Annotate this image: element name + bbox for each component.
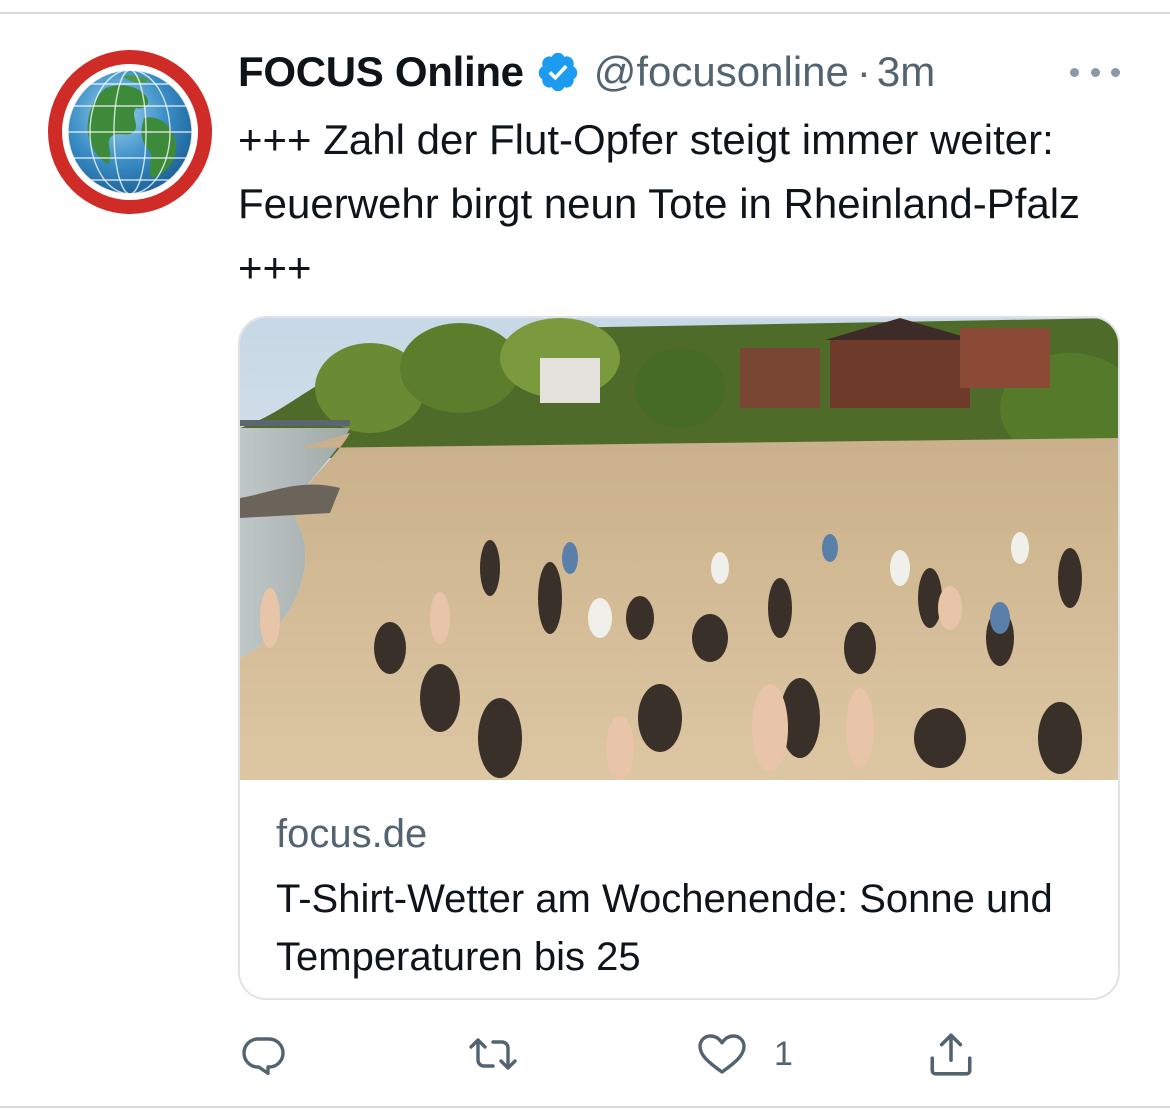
retweet-icon — [469, 1038, 517, 1070]
card-image — [240, 318, 1118, 780]
share-button[interactable] — [926, 1026, 976, 1082]
top-divider — [0, 12, 1170, 14]
reply-icon — [242, 1037, 285, 1076]
card-domain: focus.de — [276, 812, 428, 856]
like-button[interactable]: 1 — [696, 1026, 793, 1082]
separator-dot: · — [856, 48, 871, 95]
card-title: T-Shirt-Wetter am Wochenende: Sonne und … — [276, 877, 1053, 979]
tweet-text: +++ Zahl der Flut-Opfer steigt immer wei… — [238, 116, 1081, 291]
heart-icon — [698, 1034, 746, 1074]
more-dot-icon — [1090, 67, 1100, 77]
display-name[interactable]: FOCUS Online — [238, 48, 524, 96]
share-icon — [930, 1033, 972, 1076]
action-bar: 1 — [0, 1026, 1170, 1086]
globe-icon — [67, 69, 193, 195]
tweet-header: FOCUS Online @focusonline · 3m — [238, 44, 935, 100]
timestamp[interactable]: 3m — [877, 48, 935, 96]
avatar[interactable] — [48, 50, 212, 214]
more-dot-icon — [1111, 67, 1120, 77]
retweet-button[interactable] — [466, 1026, 520, 1082]
reply-button[interactable] — [240, 1026, 288, 1082]
link-card[interactable]: focus.de T-Shirt-Wetter am Wochenende: S… — [238, 316, 1120, 1000]
more-dot-icon — [1070, 67, 1079, 77]
verified-badge-icon — [538, 52, 577, 92]
handle[interactable]: @focusonline — [594, 48, 849, 96]
more-options-button[interactable] — [1070, 60, 1120, 84]
like-count: 1 — [774, 1034, 793, 1073]
bottom-divider — [0, 1106, 1170, 1108]
